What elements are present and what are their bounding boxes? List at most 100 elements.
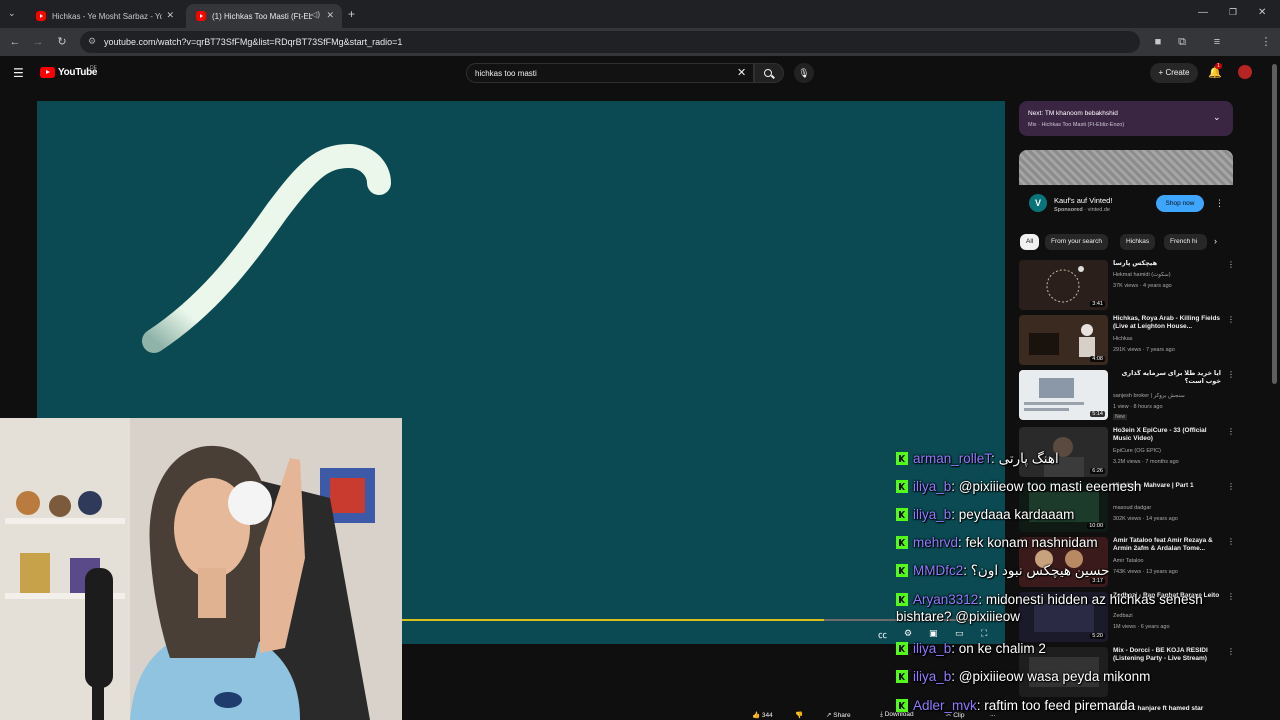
chat-text: @pixiiieow wasa peyda mikonm — [958, 669, 1151, 684]
more-options-icon[interactable]: ⋮ — [1227, 482, 1235, 491]
webcam-image — [0, 418, 402, 720]
video-thumbnail[interactable]: 3:41 — [1019, 260, 1108, 310]
chevron-right-icon[interactable]: › — [1214, 236, 1217, 246]
recommendation-item[interactable]: 5:14 آیا خرید طلا برای سرمایه گذاری خوب … — [1019, 370, 1235, 422]
chevron-down-icon[interactable]: ⌄ — [1213, 112, 1221, 123]
chat-username: MMDfc2 — [913, 563, 964, 578]
chat-message: iliya_b: on ke chalim 2 — [896, 640, 1046, 657]
recommendation-item[interactable]: 4:08 Hichkas, Roya Arab - Killing Fields… — [1019, 315, 1235, 367]
recommendation-item[interactable]: 3:41 هیچکس پارسا Hekmat hamidi (سکوت) 37… — [1019, 260, 1235, 312]
clear-search-icon[interactable]: ✕ — [737, 66, 746, 79]
ad-banner-image[interactable] — [1019, 150, 1233, 185]
shop-now-button[interactable]: Shop now — [1156, 195, 1204, 212]
more-options-icon[interactable]: ⋮ — [1227, 315, 1235, 324]
voice-search-mic-icon[interactable]: 🎙 — [794, 63, 814, 83]
back-icon[interactable]: ← — [8, 35, 22, 49]
channel-name[interactable]: sanjesh broker | سنجش بروکر — [1113, 393, 1185, 399]
channel-name[interactable]: Hichkas — [1113, 336, 1133, 342]
chip-hichkas[interactable]: Hichkas — [1120, 234, 1156, 250]
close-tab-icon[interactable]: ✕ — [326, 10, 334, 21]
video-title[interactable]: Mix - Dorcci - BE KOJA RESIDI (Listening… — [1113, 647, 1221, 663]
kick-logo-icon — [896, 508, 908, 521]
youtube-account-avatar[interactable] — [1238, 65, 1252, 79]
url-text: youtube.com/watch?v=qrBT73SfFMg&list=RDq… — [104, 37, 403, 47]
captions-icon[interactable]: ㏄ — [878, 628, 887, 641]
close-tab-icon[interactable]: ✕ — [166, 10, 174, 21]
create-button[interactable]: + Create — [1150, 63, 1198, 83]
video-title[interactable]: هیچکس پارسا — [1113, 260, 1221, 268]
video-meta: 37K views · 4 years ago — [1113, 283, 1172, 289]
ad-title[interactable]: Kauf's auf Vinted! — [1054, 196, 1112, 205]
search-input[interactable]: hichkas too masti — [466, 63, 754, 83]
video-thumbnail[interactable]: 5:14 — [1019, 370, 1108, 420]
video-meta: 291K views · 7 years ago — [1113, 347, 1175, 353]
browser-tab-1[interactable]: Hichkas - Ye Mosht Sarbaz - Yo ✕ — [26, 4, 182, 28]
more-options-icon[interactable]: ⋮ — [1227, 260, 1235, 269]
hamburger-menu-icon[interactable]: ☰ — [13, 66, 24, 80]
search-query: hichkas too masti — [475, 69, 537, 78]
address-bar[interactable]: ⚙ youtube.com/watch?v=qrBT73SfFMg&list=R… — [80, 31, 1140, 53]
page-scrollbar[interactable] — [1272, 64, 1277, 384]
settings-gear-icon[interactable]: ⚙ — [904, 628, 912, 639]
channel-name[interactable]: Amir Tataloo — [1113, 558, 1143, 564]
new-badge: New — [1113, 414, 1128, 420]
more-options-icon[interactable]: ⋮ — [1227, 537, 1235, 546]
ad-meta: Sponsored · vinted.de — [1054, 207, 1110, 213]
restore-icon[interactable]: ❐ — [1229, 7, 1237, 18]
advertiser-logo: V — [1029, 194, 1047, 212]
browser-tab-2[interactable]: (1) Hichkas Too Masti (Ft-Eb ◁) ✕ — [186, 4, 342, 28]
new-tab-button[interactable]: + — [348, 7, 355, 21]
extension-icon[interactable]: ■ — [1151, 35, 1165, 49]
chat-username: arman_rolleT — [913, 451, 992, 466]
more-options-icon[interactable]: ⋮ — [1227, 370, 1235, 379]
tab-search-icon[interactable]: ⌄ — [8, 8, 16, 19]
next-up-panel[interactable] — [1019, 101, 1233, 136]
browser-tab-strip: ⌄ Hichkas - Ye Mosht Sarbaz - Yo ✕ (1) H… — [0, 0, 1280, 28]
video-title[interactable]: Ho3ein X EpiCure - 33 (Official Music Vi… — [1113, 427, 1221, 443]
more-options-icon[interactable]: ⋮ — [1227, 647, 1235, 656]
speaker-icon[interactable]: ◁) — [311, 10, 320, 19]
chat-username: iliya_b — [913, 507, 952, 522]
chat-text: حسین هیچکس نبود اون؟ — [970, 563, 1110, 578]
share-button[interactable]: ↗ Share — [826, 711, 851, 719]
chip-from-your-search[interactable]: From your search — [1045, 234, 1108, 250]
chat-message: iliya_b: peydaaa kardaaam — [896, 506, 1074, 523]
channel-name[interactable]: masoud dadgar — [1113, 505, 1151, 511]
notification-count-badge: 1 — [1215, 63, 1222, 69]
video-thumbnail[interactable]: 4:08 — [1019, 315, 1108, 365]
miniplayer-icon[interactable]: ▣ — [929, 628, 938, 639]
video-title[interactable]: آیا خرید طلا برای سرمایه گذاری خوب است؟ — [1113, 370, 1221, 386]
ad-more-options-icon[interactable]: ⋮ — [1215, 198, 1224, 209]
theater-mode-icon[interactable]: ▭ — [955, 628, 964, 639]
search-button[interactable] — [754, 63, 784, 83]
close-window-icon[interactable]: ✕ — [1258, 7, 1266, 18]
reload-icon[interactable]: ↻ — [55, 35, 69, 49]
minimize-icon[interactable]: — — [1198, 7, 1208, 18]
video-duration: 6:26 — [1090, 468, 1105, 474]
channel-name[interactable]: EpiCure (OG EPIC) — [1113, 448, 1161, 454]
fullscreen-icon[interactable]: ⛶ — [981, 628, 987, 639]
chat-message: iliya_b: @pixiiieow wasa peyda mikonm — [896, 668, 1150, 685]
chip-all[interactable]: All — [1020, 234, 1040, 250]
channel-name[interactable]: Hekmat hamidi (سکوت) — [1113, 272, 1171, 278]
chat-text: fek konam nashnidam — [965, 535, 1098, 550]
tab-search-list-icon[interactable]: ≡ — [1210, 35, 1224, 49]
video-meta: 743K views · 13 years ago — [1113, 569, 1178, 575]
video-meta: 302K views · 14 years ago — [1113, 516, 1178, 522]
site-info-icon[interactable]: ⚙ — [88, 36, 96, 47]
more-options-icon[interactable]: ⋮ — [1227, 427, 1235, 436]
like-count: 344 — [761, 712, 773, 719]
tab-title: (1) Hichkas Too Masti (Ft-Eb — [212, 11, 312, 21]
kick-logo-icon — [896, 480, 908, 493]
video-title[interactable]: Amir Tataloo feat Amir Rezaya & Armin 2a… — [1113, 537, 1221, 553]
extensions-puzzle-icon[interactable]: ⧉ — [1175, 35, 1189, 49]
dislike-button[interactable]: 👎 — [795, 711, 803, 719]
like-button[interactable]: 👍 344 — [752, 711, 773, 719]
browser-menu-icon[interactable]: ⋮ — [1259, 35, 1273, 49]
youtube-logo[interactable]: YouTube — [40, 67, 98, 78]
chat-text: اهنگ پارتی — [998, 451, 1059, 466]
forward-icon[interactable]: → — [31, 35, 45, 49]
video-title[interactable]: Hichkas, Roya Arab - Killing Fields (Liv… — [1113, 315, 1221, 331]
chip-french-hip-hop[interactable]: French hi — [1164, 234, 1207, 250]
video-duration: 5:14 — [1090, 411, 1105, 417]
